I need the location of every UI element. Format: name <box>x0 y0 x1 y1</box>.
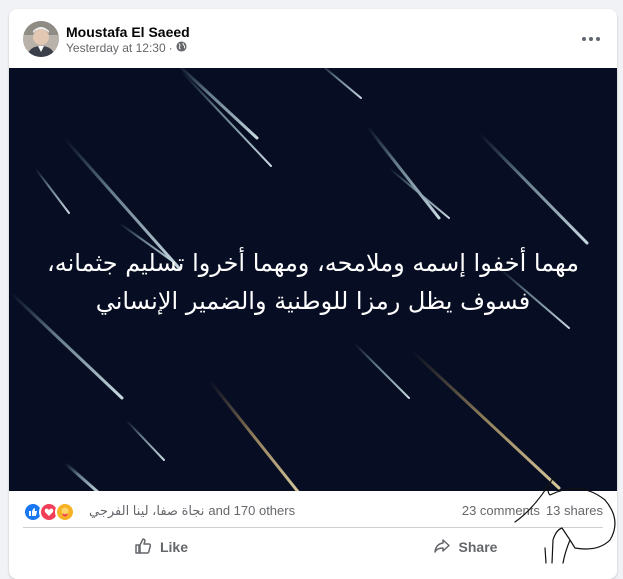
post-stats: نجاة صفا، لينا الفرجي and 170 others 23 … <box>9 499 617 523</box>
reaction-others[interactable]: and 170 others <box>208 503 295 519</box>
share-arrow-icon <box>433 537 451 558</box>
like-button[interactable]: Like <box>9 532 313 562</box>
post-card: Moustafa El Saeed Yesterday at 12:30 · م… <box>9 9 617 579</box>
reaction-names[interactable]: نجاة صفا، لينا الفرجي <box>89 503 204 519</box>
post-header: Moustafa El Saeed Yesterday at 12:30 · <box>9 9 617 67</box>
engagement-counts: 23 comments 13 shares <box>462 503 603 518</box>
more-options-icon[interactable] <box>579 27 603 51</box>
post-meta: Yesterday at 12:30 · <box>66 41 187 55</box>
like-label: Like <box>159 539 188 555</box>
reaction-icons[interactable] <box>23 502 75 522</box>
post-text-line-2: فسوف يظل رمزا للوطنية والضمير الإنساني <box>95 287 531 315</box>
meta-separator: · <box>168 41 173 55</box>
actions-divider <box>23 527 603 528</box>
author-avatar[interactable] <box>23 21 59 57</box>
shares-count[interactable]: 13 shares <box>546 503 603 518</box>
reaction-summary[interactable]: نجاة صفا، لينا الفرجي and 170 others <box>89 503 295 519</box>
author-name[interactable]: Moustafa El Saeed <box>66 24 190 40</box>
care-icon <box>55 502 75 522</box>
share-button[interactable]: Share <box>313 532 617 562</box>
thumbs-up-icon <box>134 537 152 558</box>
post-text-line-1: مهما أخفوا إسمه وملامحه، ومهما أخروا تسل… <box>47 249 579 277</box>
globe-icon <box>176 41 187 55</box>
post-text: مهما أخفوا إسمه وملامحه، ومهما أخروا تسل… <box>29 244 597 320</box>
comments-count[interactable]: 23 comments <box>462 503 540 518</box>
post-image[interactable]: مهما أخفوا إسمه وملامحه، ومهما أخروا تسل… <box>9 68 617 491</box>
share-label: Share <box>458 539 498 555</box>
post-timestamp[interactable]: Yesterday at 12:30 <box>66 41 166 55</box>
post-actions: Like Share <box>9 532 617 562</box>
